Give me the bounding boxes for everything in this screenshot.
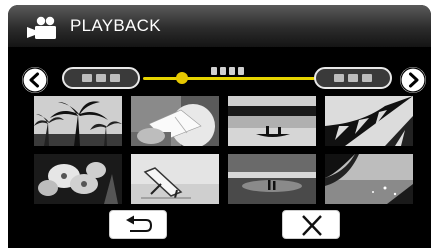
page-slider-track[interactable] bbox=[143, 77, 315, 80]
person-reading-image bbox=[131, 96, 219, 146]
jump-forward-button[interactable] bbox=[314, 67, 392, 89]
page-title: PLAYBACK bbox=[70, 16, 161, 35]
back-button[interactable] bbox=[109, 210, 167, 239]
palm-leaves-image bbox=[325, 96, 413, 146]
thumbnail[interactable] bbox=[228, 154, 316, 204]
return-arrow-icon bbox=[126, 215, 153, 232]
blurred-label bbox=[82, 74, 120, 82]
page-counter bbox=[211, 67, 244, 75]
playback-panel: PLAYBACK bbox=[8, 5, 431, 248]
chevron-left-icon bbox=[22, 67, 48, 93]
palm-trees-image bbox=[34, 96, 122, 146]
thumbnail[interactable] bbox=[325, 154, 413, 204]
chevron-right-icon bbox=[400, 67, 426, 93]
next-page-button[interactable] bbox=[400, 67, 426, 93]
blurred-label bbox=[334, 74, 372, 82]
thumbnail[interactable] bbox=[325, 96, 413, 146]
playback-screen: PLAYBACK bbox=[0, 0, 439, 248]
thumbnail[interactable] bbox=[131, 154, 219, 204]
thumbnail[interactable] bbox=[34, 154, 122, 204]
prev-page-button[interactable] bbox=[22, 67, 48, 93]
title-bar: PLAYBACK bbox=[8, 5, 431, 47]
lake-canoe-image bbox=[228, 96, 316, 146]
jump-back-button[interactable] bbox=[62, 67, 140, 89]
thumbnail[interactable] bbox=[34, 96, 122, 146]
thumbnail[interactable] bbox=[131, 96, 219, 146]
video-camera-icon bbox=[27, 16, 56, 39]
close-button[interactable] bbox=[282, 210, 340, 239]
palm-beach-image bbox=[325, 154, 413, 204]
close-x-icon bbox=[302, 215, 322, 236]
page-slider-handle[interactable] bbox=[176, 72, 188, 84]
thumbnail[interactable] bbox=[228, 96, 316, 146]
couple-sunset-image bbox=[228, 154, 316, 204]
beach-chair-image bbox=[131, 154, 219, 204]
flowers-image bbox=[34, 154, 122, 204]
